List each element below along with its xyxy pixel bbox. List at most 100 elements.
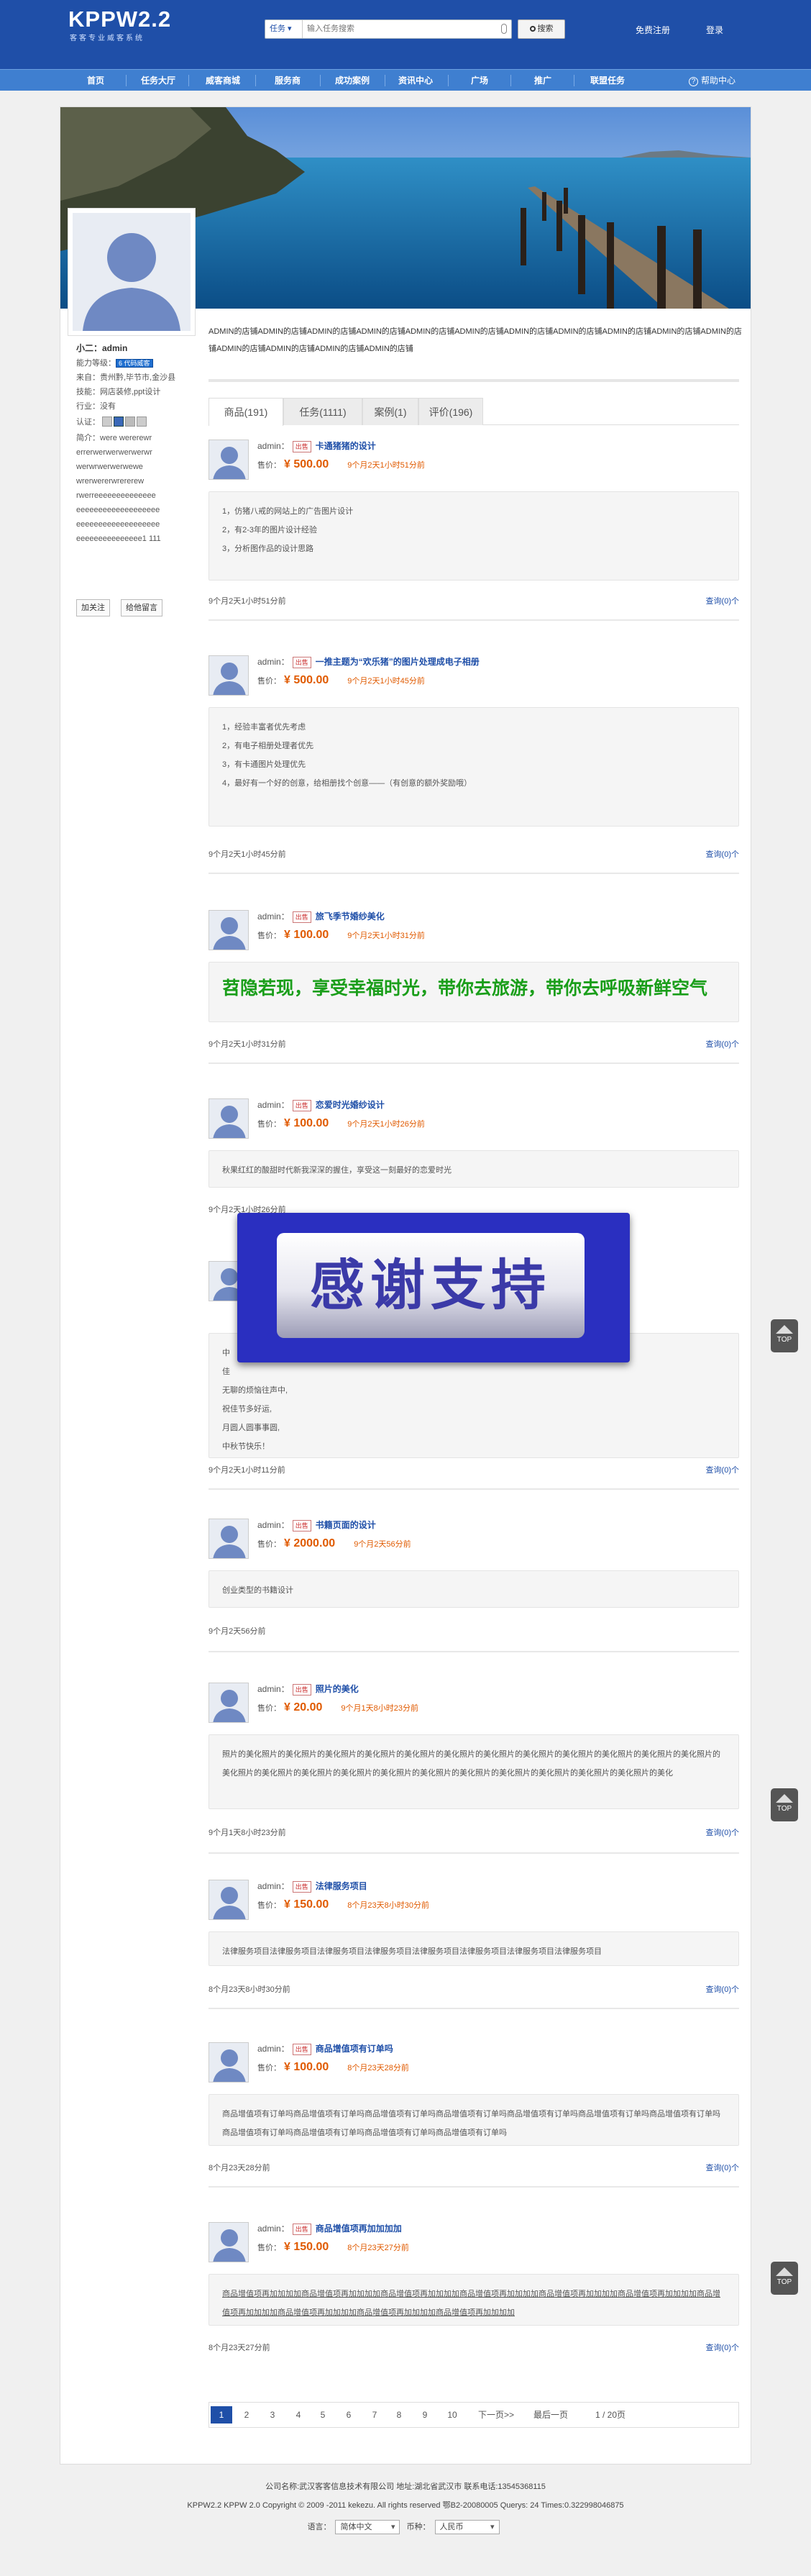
search-button-label: 搜索 — [537, 24, 554, 33]
back-to-top-button[interactable]: TOP — [771, 1788, 798, 1821]
register-link[interactable]: 免费注册 — [636, 24, 670, 36]
description-line: 商品增值项再加加加加商品增值项再加加加加商品增值项再加加加加商品增值项再加加加加… — [222, 2290, 720, 2317]
page-number[interactable]: 2 — [241, 2406, 252, 2423]
search-input[interactable] — [307, 20, 494, 38]
seller-name[interactable]: admin： — [257, 441, 290, 451]
highlight-slogan: 苕隐若现，享受幸福时光，带你去旅游，带你去呼吸新鲜空气 — [222, 978, 708, 998]
currency-select[interactable]: 人民币 ▾ — [434, 2520, 500, 2535]
goods-title[interactable]: 法律服务项目 — [316, 1881, 367, 1891]
page-number[interactable]: 3 — [267, 2406, 278, 2423]
currency-label: 币种： — [406, 2523, 431, 2531]
goods-title[interactable]: 旅飞季节婚纱美化 — [316, 911, 385, 921]
auth-mobile-icon[interactable] — [114, 417, 124, 427]
page-number[interactable]: 9 — [419, 2406, 431, 2423]
goods-description: 照片的美化照片的美化照片的美化照片的美化照片的美化照片的美化照片的美化照片的美化… — [209, 1734, 739, 1809]
seller-name[interactable]: admin： — [257, 2224, 290, 2234]
login-link[interactable]: 登录 — [706, 24, 723, 36]
page-number[interactable]: 5 — [317, 2406, 329, 2423]
sale-badge: 出售 — [292, 2044, 311, 2055]
search-scope-select[interactable]: 任务 ▾ — [265, 20, 303, 38]
intro-line: wrerwererwrererew — [76, 477, 145, 486]
language-select[interactable]: 简体中文 ▾ — [335, 2520, 400, 2535]
nav-item-home[interactable]: 首页 — [63, 70, 128, 91]
bid-count-link[interactable]: 查询(0)个 — [706, 2162, 739, 2173]
description-line: 2，有电子相册处理者优先 — [222, 742, 314, 750]
seller-line: admin： 出售 法律服务项目 — [257, 1880, 367, 1893]
sale-badge: 出售 — [292, 1881, 311, 1893]
avatar-placeholder-icon — [209, 2223, 248, 2262]
seller-name[interactable]: admin： — [257, 1520, 290, 1530]
back-to-top-button[interactable]: TOP — [771, 1319, 798, 1352]
seller-avatar[interactable] — [209, 1098, 249, 1139]
nav-item-cases[interactable]: 成功案例 — [320, 70, 385, 91]
nav-item-news[interactable]: 资讯中心 — [383, 70, 448, 91]
bid-count-link[interactable]: 查询(0)个 — [706, 1038, 739, 1050]
seller-name[interactable]: admin： — [257, 1684, 290, 1694]
divider — [209, 2008, 739, 2009]
follow-button[interactable]: 加关注 — [76, 599, 110, 616]
search-button[interactable]: 搜索 — [518, 19, 565, 39]
goods-title[interactable]: 恋爱时光婚纱设计 — [316, 1100, 385, 1110]
nav-item-task-hall[interactable]: 任务大厅 — [126, 70, 191, 91]
tab-tasks[interactable]: 任务(1111) — [283, 398, 362, 425]
bid-count-link[interactable]: 查询(0)个 — [706, 1464, 739, 1475]
goods-title[interactable]: 商品增值项再加加加加 — [316, 2224, 402, 2234]
bid-count-link[interactable]: 查询(0)个 — [706, 1826, 739, 1838]
seller-name[interactable]: admin： — [257, 1100, 290, 1110]
seller-avatar[interactable] — [209, 1880, 249, 1920]
nav-item-promote[interactable]: 推广 — [510, 70, 575, 91]
goods-title[interactable]: 照片的美化 — [316, 1684, 359, 1694]
seller-name[interactable]: admin： — [257, 2044, 290, 2054]
seller-avatar[interactable] — [209, 2222, 249, 2262]
auth-bank-icon[interactable] — [137, 417, 147, 427]
avatar-placeholder-icon — [209, 1880, 248, 1919]
seller-avatar[interactable] — [209, 655, 249, 696]
tab-goods[interactable]: 商品(191) — [209, 398, 283, 426]
last-page-link[interactable]: 最后一页 — [528, 2406, 573, 2423]
bid-count-link[interactable]: 查询(0)个 — [706, 595, 739, 606]
site-logo[interactable]: KPPW2.2 客客专业威客系统 — [68, 7, 171, 43]
back-to-top-button[interactable]: TOP — [771, 2262, 798, 2295]
goods-title[interactable]: 书籍页面的设计 — [316, 1520, 376, 1530]
nav-item-providers[interactable]: 服务商 — [255, 70, 320, 91]
page-number[interactable]: 10 — [444, 2406, 461, 2423]
seller-name[interactable]: admin： — [257, 657, 290, 667]
help-center-link[interactable]: ? 帮助中心 — [689, 70, 736, 91]
page-number[interactable]: 4 — [293, 2406, 304, 2423]
description-line: 3，分析图作品的设计思路 — [222, 545, 314, 553]
auth-email-icon[interactable] — [125, 417, 136, 427]
bid-count-link[interactable]: 查询(0)个 — [706, 848, 739, 860]
seller-avatar[interactable] — [209, 1519, 249, 1559]
goods-description: 1，经验丰富者优先考虑 2，有电子相册处理者优先 3，有卡通图片处理优先 4，最… — [209, 707, 739, 827]
tab-cases[interactable]: 案例(1) — [362, 398, 418, 425]
goods-title[interactable]: 商品增值项有订单吗 — [316, 2044, 393, 2054]
avatar-placeholder-icon — [209, 1519, 248, 1558]
tab-reviews[interactable]: 评价(196) — [418, 398, 483, 425]
goods-title[interactable]: 一推主题为“欢乐猪”的图片处理成电子相册 — [316, 657, 480, 667]
seller-avatar[interactable] — [209, 1683, 249, 1723]
nav-item-square[interactable]: 广场 — [447, 70, 512, 91]
auth-realname-icon[interactable] — [102, 417, 113, 427]
page-number[interactable]: 7 — [369, 2406, 380, 2423]
next-page-link[interactable]: 下一页>> — [474, 2406, 518, 2423]
page-number[interactable]: 6 — [343, 2406, 354, 2423]
seller-avatar[interactable] — [209, 2042, 249, 2083]
price-value: ¥ 100.00 — [284, 1117, 329, 1129]
chevron-down-icon: ▾ — [490, 2523, 495, 2532]
message-button[interactable]: 给他留言 — [121, 599, 162, 616]
seller-name[interactable]: admin： — [257, 911, 290, 921]
page-number[interactable]: 8 — [393, 2406, 405, 2423]
nav-item-mall[interactable]: 威客商城 — [191, 70, 255, 91]
seller-name[interactable]: admin： — [257, 1881, 290, 1891]
seller-avatar[interactable] — [209, 910, 249, 950]
price-value: ¥ 500.00 — [284, 458, 329, 470]
seller-avatar[interactable] — [209, 440, 249, 480]
microphone-icon[interactable] — [501, 24, 507, 34]
page-number-current[interactable]: 1 — [211, 2406, 232, 2423]
nav-item-union-tasks[interactable]: 联盟任务 — [575, 70, 640, 91]
profile-avatar — [68, 208, 196, 336]
bid-count-link[interactable]: 查询(0)个 — [706, 2341, 739, 2353]
bid-count-link[interactable]: 查询(0)个 — [706, 1983, 739, 1995]
sale-badge: 出售 — [292, 1100, 311, 1111]
goods-title[interactable]: 卡通猪猪的设计 — [316, 441, 376, 451]
